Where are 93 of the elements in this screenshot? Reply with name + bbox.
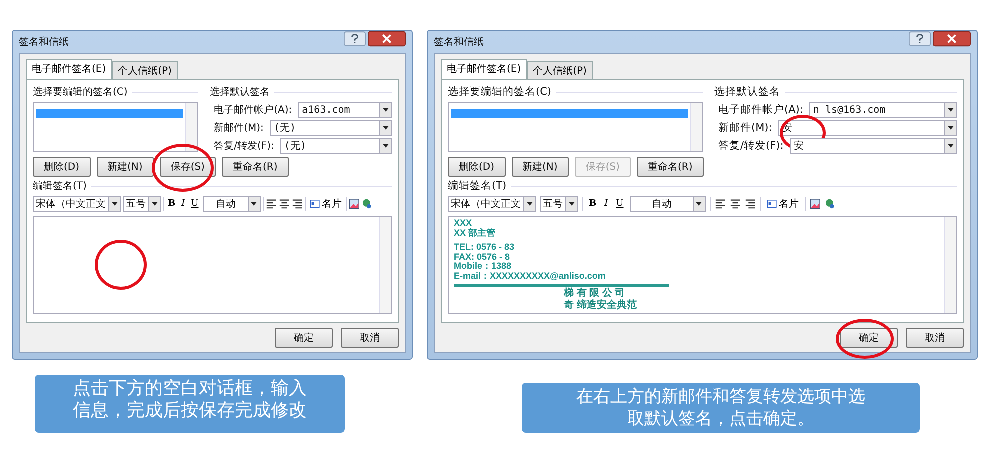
picture-icon[interactable]: [348, 199, 360, 209]
business-card-button[interactable]: 名片: [764, 197, 801, 211]
size-dropdown[interactable]: 五号: [540, 196, 578, 212]
field-label: 答复/转发(F):: [214, 140, 274, 153]
field-label: 新邮件(M):: [718, 121, 772, 135]
action-button[interactable]: 重命名(R): [636, 157, 704, 177]
action-button[interactable]: 删除(D): [448, 157, 506, 177]
caret-icon: [948, 126, 954, 130]
window-title: 签名和信纸: [434, 36, 484, 49]
action-button[interactable]: 新建(N): [512, 157, 569, 177]
caret-icon: [382, 108, 388, 112]
signature-line: XXX: [454, 219, 474, 228]
align-left-icon[interactable]: [266, 199, 277, 209]
signature-editor[interactable]: XXX XX 部主管 TEL: 0576 - 83 FAX: 0576 - 8 Mobile：1388 E-mail：XXXXXXXXXX@anliso.com 梯 有 限 公 司 奇 缔造安全典范: [448, 216, 957, 314]
bold-button[interactable]: B: [587, 199, 599, 209]
group-label: 选择默认签名: [210, 86, 270, 99]
window-title: 签名和信纸: [19, 36, 69, 49]
action-button[interactable]: 保存(S): [160, 157, 216, 177]
italic-button[interactable]: I: [180, 199, 188, 209]
scroll-bar: [690, 103, 702, 151]
underline-button[interactable]: U: [614, 199, 626, 209]
dialog-button[interactable]: 确定: [275, 328, 333, 348]
caret-icon: [382, 126, 388, 130]
caret-icon: [526, 202, 532, 206]
highlight-circle: [836, 319, 894, 359]
caption-text: 点击下方的空白对话框，输入: [72, 378, 308, 400]
caret-icon: [382, 144, 388, 148]
group-label: 编辑签名(T): [448, 179, 507, 193]
signature-line: FAX: 0576 - 8: [454, 252, 512, 262]
tab[interactable]: 电子邮件签名(E): [26, 59, 112, 80]
picture-icon[interactable]: [810, 199, 821, 209]
caret-icon: [112, 202, 118, 206]
highlight-circle: [95, 240, 147, 290]
group-label: 编辑签名(T): [33, 180, 87, 193]
bold-button[interactable]: B: [166, 199, 178, 209]
card-icon: [766, 200, 777, 208]
font-dropdown[interactable]: 宋体（中文正文: [448, 196, 536, 212]
dialog-button[interactable]: 取消: [906, 328, 964, 348]
scroll-bar: [185, 103, 198, 151]
tab[interactable]: 个人信纸(P): [527, 61, 593, 80]
align-center-icon[interactable]: [278, 199, 290, 209]
align-center-icon[interactable]: [730, 199, 741, 209]
group-label: 选择要编辑的签名(C): [33, 86, 128, 99]
caret-icon: [251, 202, 258, 206]
field-label: 答复/转发(F):: [718, 139, 784, 153]
caption-text: 取默认签名，点击确定。: [626, 408, 816, 430]
close-icon[interactable]: [368, 31, 406, 47]
dialog-button[interactable]: 确定: [840, 328, 898, 348]
group-label: 选择默认签名: [714, 85, 780, 99]
close-icon[interactable]: [933, 31, 971, 47]
action-button[interactable]: 新建(N): [96, 157, 154, 177]
field-label: 新邮件(M):: [214, 122, 264, 135]
font-dropdown[interactable]: 宋体（中文正文: [33, 196, 121, 212]
align-left-icon[interactable]: [714, 199, 726, 209]
signature-line: XX 部主管: [454, 228, 497, 238]
action-button[interactable]: 重命名(R): [222, 157, 289, 177]
caret-icon: [696, 202, 702, 206]
business-card-button[interactable]: 名片: [308, 197, 344, 211]
caret-icon: [152, 202, 158, 206]
tab[interactable]: 电子邮件签名(E): [441, 59, 528, 80]
hyperlink-icon[interactable]: [824, 199, 836, 209]
card-icon: [310, 200, 320, 208]
signature-line: 奇 缔造安全典范: [563, 300, 638, 312]
caret-icon: [948, 108, 954, 112]
signature-line: 梯 有 限 公 司: [562, 288, 626, 299]
caption-text: 信息，完成后按保存完成修改: [72, 400, 308, 422]
action-button[interactable]: 删除(D): [33, 157, 91, 177]
underline-button[interactable]: U: [189, 199, 201, 209]
dialog-button[interactable]: 取消: [341, 328, 399, 348]
caption-text: 在右上方的新邮件和答复转发选项中选: [576, 386, 866, 408]
signature-line: Mobile：1388: [454, 262, 513, 272]
dropdown-field[interactable]: n ls@163.com: [809, 102, 957, 118]
help-icon[interactable]: [909, 31, 931, 47]
align-right-icon[interactable]: [292, 199, 303, 209]
size-dropdown[interactable]: 五号: [123, 196, 161, 212]
dropdown-field[interactable]: (无): [280, 138, 392, 154]
signature-line: TEL: 0576 - 83: [454, 243, 516, 252]
field-label: 电子邮件帐户(A):: [214, 104, 292, 117]
color-dropdown[interactable]: 自动: [202, 196, 261, 212]
help-icon[interactable]: [344, 31, 366, 47]
align-right-icon[interactable]: [744, 199, 756, 209]
color-dropdown[interactable]: 自动: [630, 196, 706, 212]
hyperlink-icon[interactable]: [362, 199, 373, 209]
caret-icon: [568, 202, 574, 206]
tab[interactable]: 个人信纸(P): [112, 61, 178, 80]
italic-button[interactable]: I: [602, 199, 610, 209]
field-label: 电子邮件帐户(A):: [718, 103, 804, 117]
caret-icon: [948, 144, 954, 148]
group-label: 选择要编辑的签名(C): [448, 85, 552, 99]
dropdown-field[interactable]: 安: [790, 138, 957, 154]
dropdown-field[interactable]: a163.com: [298, 102, 392, 118]
dropdown-field[interactable]: (无): [270, 120, 392, 136]
signature-line: E-mail：XXXXXXXXXX@anliso.com: [454, 272, 607, 281]
